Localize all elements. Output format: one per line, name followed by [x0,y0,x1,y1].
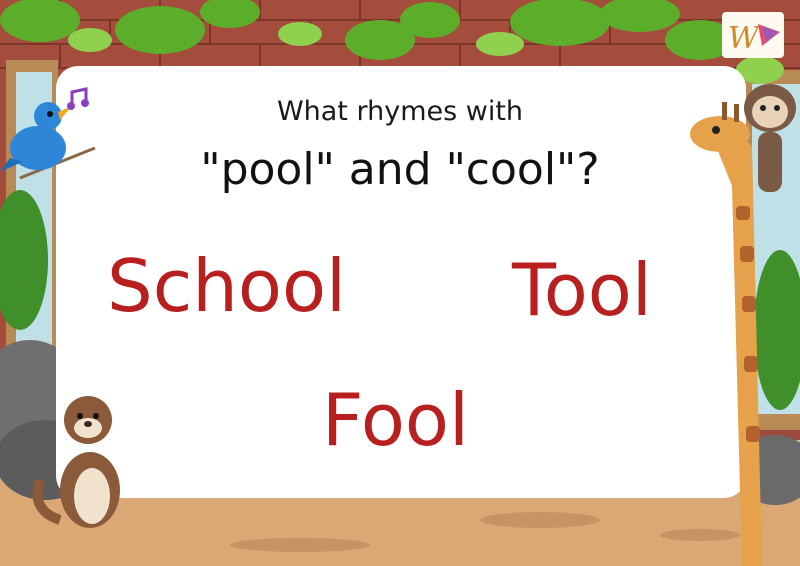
answer-fool[interactable]: Fool [322,384,469,456]
answer-school[interactable]: School [107,250,346,322]
question-line-1: What rhymes with [276,96,524,127]
background-scene: W What rhymes with "pool" and "cool"? Sc… [0,0,800,566]
question-line-2: "pool" and "cool"? [200,144,600,195]
logo-icon: W [728,21,780,56]
otter-icon [32,396,120,528]
svg-text:W: W [728,21,761,56]
brand-logo: W [722,12,784,58]
answer-tool[interactable]: Tool [512,254,652,326]
